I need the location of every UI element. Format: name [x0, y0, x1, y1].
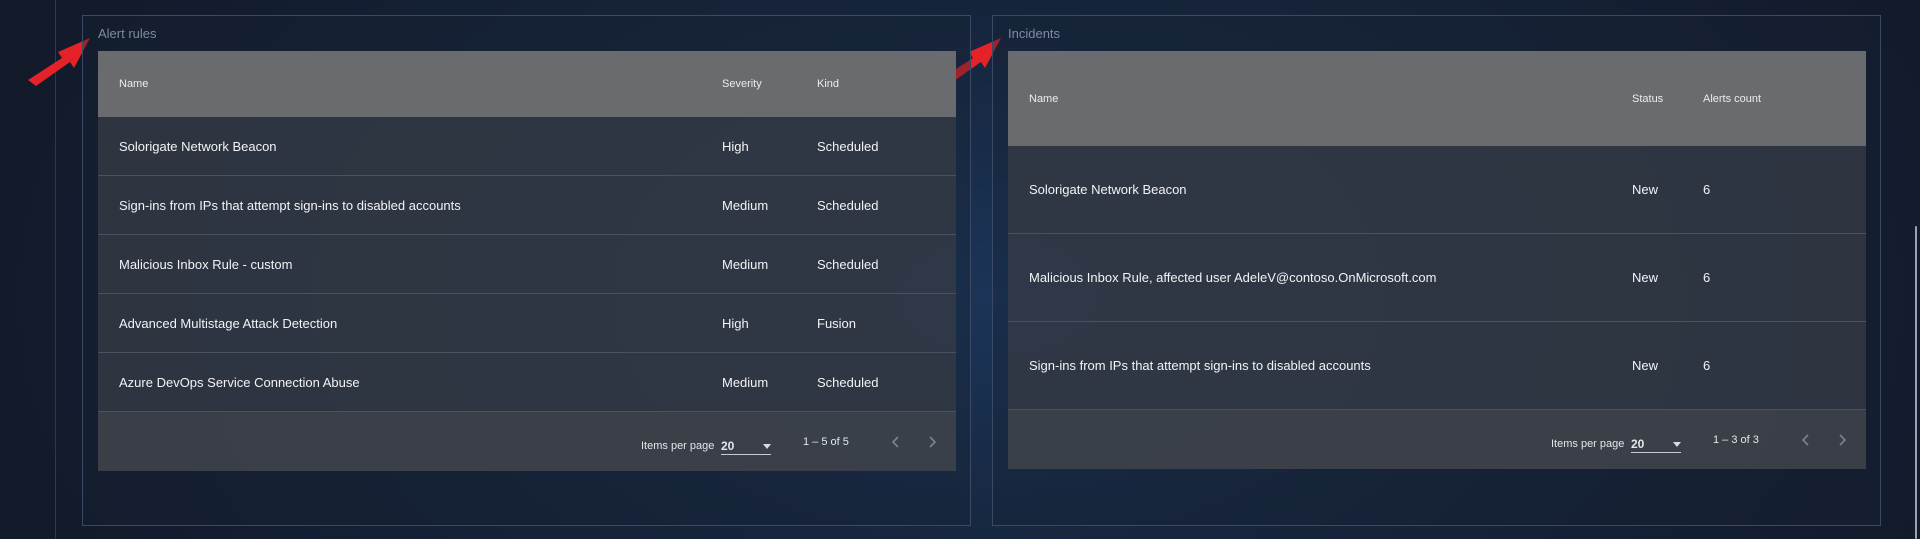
- alert-rules-title: Alert rules: [98, 26, 157, 41]
- incidents-table: Name Status Alerts count Solorigate Netw…: [1008, 51, 1866, 469]
- table-row[interactable]: Malicious Inbox Rule - custom Medium Sch…: [98, 235, 956, 294]
- alert-rules-table: Name Severity Kind Solorigate Network Be…: [98, 51, 956, 471]
- paginator: Items per page 20 1 – 3 of 3: [1008, 410, 1866, 469]
- table-row[interactable]: Malicious Inbox Rule, affected user Adel…: [1008, 234, 1866, 322]
- rule-name: Advanced Multistage Attack Detection: [119, 315, 338, 331]
- page-range-label: 1 – 5 of 5: [803, 436, 849, 448]
- table-header-row: Name Status Alerts count: [1008, 51, 1866, 146]
- incident-alerts-count: 6: [1703, 270, 1711, 285]
- chevron-right-icon: [1839, 434, 1847, 446]
- rule-severity: Medium: [722, 256, 769, 272]
- caret-down-icon: [763, 444, 771, 449]
- table-row[interactable]: Sign-ins from IPs that attempt sign-ins …: [98, 176, 956, 235]
- caret-down-icon: [1673, 442, 1681, 447]
- page-range-label: 1 – 3 of 3: [1713, 434, 1759, 446]
- incident-name: Sign-ins from IPs that attempt sign-ins …: [1029, 358, 1371, 373]
- incidents-title: Incidents: [1008, 26, 1061, 41]
- rule-kind: Scheduled: [817, 197, 879, 213]
- rule-name: Malicious Inbox Rule - custom: [119, 256, 293, 272]
- chevron-left-icon: [891, 436, 899, 448]
- table-row[interactable]: Azure DevOps Service Connection Abuse Me…: [98, 353, 956, 412]
- incident-status: New: [1632, 358, 1659, 373]
- items-per-page-label: Items per page: [1551, 438, 1625, 450]
- rule-severity: High: [722, 138, 749, 154]
- vertical-scrollbar-thumb[interactable]: [1915, 226, 1917, 539]
- rule-severity: Medium: [722, 374, 769, 390]
- incident-status: New: [1632, 182, 1659, 197]
- table-row[interactable]: Advanced Multistage Attack Detection Hig…: [98, 294, 956, 353]
- page-size-value: 20: [1631, 437, 1645, 451]
- incident-alerts-count: 6: [1703, 182, 1711, 197]
- column-header-status[interactable]: Status: [1611, 93, 1682, 105]
- next-page-button[interactable]: [1832, 430, 1852, 450]
- column-header-severity[interactable]: Severity: [701, 78, 796, 90]
- incident-name: Solorigate Network Beacon: [1029, 182, 1187, 197]
- column-header-name[interactable]: Name: [98, 78, 701, 90]
- rule-name: Sign-ins from IPs that attempt sign-ins …: [119, 197, 461, 213]
- items-per-page-label: Items per page: [641, 440, 715, 452]
- incident-name: Malicious Inbox Rule, affected user Adel…: [1029, 270, 1437, 285]
- chevron-left-icon: [1801, 434, 1809, 446]
- next-page-button[interactable]: [922, 432, 942, 452]
- table-row[interactable]: Sign-ins from IPs that attempt sign-ins …: [1008, 322, 1866, 410]
- incident-alerts-count: 6: [1703, 358, 1711, 373]
- page-size-value: 20: [721, 439, 735, 453]
- incident-status: New: [1632, 270, 1659, 285]
- chevron-right-icon: [929, 436, 937, 448]
- column-header-alerts-count[interactable]: Alerts count: [1682, 93, 1866, 105]
- rule-kind: Scheduled: [817, 138, 879, 154]
- column-header-name[interactable]: Name: [1008, 93, 1611, 105]
- table-row[interactable]: Solorigate Network Beacon New 6: [1008, 146, 1866, 234]
- page-size-select[interactable]: 20: [721, 436, 771, 455]
- rule-kind: Fusion: [817, 315, 857, 331]
- rule-kind: Scheduled: [817, 256, 879, 272]
- prev-page-button[interactable]: [1796, 430, 1816, 450]
- prev-page-button[interactable]: [886, 432, 906, 452]
- table-header-row: Name Severity Kind: [98, 51, 956, 117]
- column-header-kind[interactable]: Kind: [796, 78, 956, 90]
- rule-name: Azure DevOps Service Connection Abuse: [119, 374, 360, 390]
- paginator: Items per page 20 1 – 5 of 5: [98, 412, 956, 471]
- rule-kind: Scheduled: [817, 374, 879, 390]
- rule-severity: High: [722, 315, 749, 331]
- incidents-card: Incidents Name Status Alerts count Solor…: [992, 15, 1881, 526]
- rule-name: Solorigate Network Beacon: [119, 138, 277, 154]
- table-row[interactable]: Solorigate Network Beacon High Scheduled: [98, 117, 956, 176]
- alert-rules-card: Alert rules Name Severity Kind Solorigat…: [82, 15, 971, 526]
- page-size-select[interactable]: 20: [1631, 434, 1681, 453]
- rule-severity: Medium: [722, 197, 769, 213]
